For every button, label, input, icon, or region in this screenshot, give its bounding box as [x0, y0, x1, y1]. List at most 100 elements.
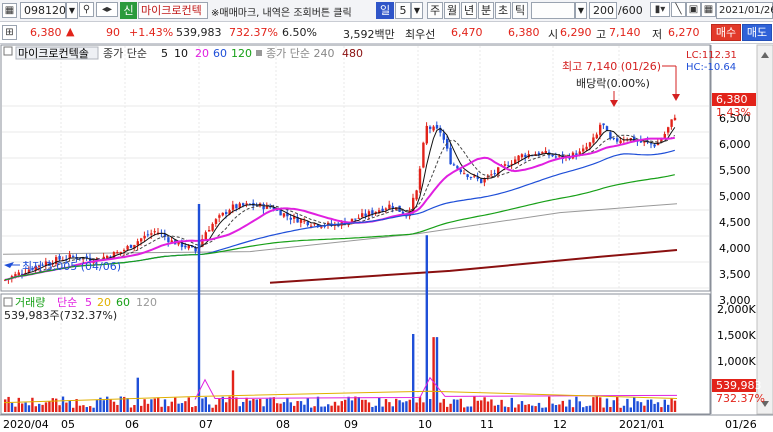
volume-y-tick: 2,000K: [717, 303, 756, 316]
volume-bar: [660, 407, 663, 412]
volume-bar: [136, 377, 139, 412]
volume-bar: [493, 405, 496, 412]
volume-bar: [391, 406, 394, 412]
candle-body: [442, 133, 445, 140]
volume-bar: [61, 396, 65, 412]
volume-bar: [265, 398, 269, 412]
period-n-button[interactable]: 5: [395, 2, 411, 19]
candle-body: [592, 137, 595, 143]
stock-code-input[interactable]: 098120: [20, 2, 66, 19]
candle-body: [279, 210, 282, 216]
period-minute-button[interactable]: 분: [478, 2, 494, 19]
price-volume-chart[interactable]: 마이크로컨텍솔 종가 단순 5 10 20 60 120 종가 단순 240 4…: [0, 44, 773, 432]
x-tick: 10: [418, 418, 432, 431]
candle-body: [221, 212, 224, 216]
period-year-button[interactable]: 년: [461, 2, 477, 19]
x-axis: 2020/04 05 06 07 08 09 10 11 12 2021/01 …: [3, 418, 757, 431]
volume-bar: [412, 334, 415, 412]
stock-name-field[interactable]: 마이크로컨텍: [138, 2, 208, 19]
line-tool-icon[interactable]: ╲: [671, 2, 686, 17]
buy-button[interactable]: 매수: [711, 24, 741, 41]
volume-bar: [129, 407, 133, 412]
volume-bar: [242, 401, 245, 412]
date-input[interactable]: 2021/01/26: [716, 2, 773, 19]
candle-body: [650, 143, 653, 145]
volume-current-tag-text: 539,983: [716, 379, 762, 392]
period-day-button[interactable]: 일: [376, 2, 394, 19]
volume-bar: [248, 400, 252, 412]
volume-bar: [82, 405, 85, 412]
volume-legend-box-icon[interactable]: [3, 297, 13, 307]
y-tick: 4,500: [719, 216, 751, 229]
candle-body: [381, 208, 384, 212]
volume-bar: [432, 337, 435, 412]
expand-icon[interactable]: ⊞: [2, 25, 17, 40]
indicator-icon[interactable]: ▮▾: [650, 2, 670, 17]
volume-bar: [197, 204, 201, 412]
legend-ma-20: 20: [195, 47, 209, 60]
volume-bar: [629, 407, 632, 412]
period-month-button[interactable]: 월: [444, 2, 460, 19]
candle-body: [116, 252, 119, 254]
volume-bar: [520, 401, 524, 412]
legend-box-icon[interactable]: [3, 46, 13, 56]
candle-body: [146, 234, 150, 236]
volume-bar: [75, 399, 78, 412]
volume-bar: [316, 396, 320, 412]
count-input[interactable]: 200: [589, 2, 617, 19]
period-extra-dropdown[interactable]: ▼: [575, 2, 587, 19]
candle-body: [466, 174, 469, 178]
x-tick: 05: [61, 418, 75, 431]
volume-bar: [605, 398, 609, 412]
up-arrow-icon: ▲: [66, 25, 75, 38]
price-change-pct: +1.43%: [129, 26, 174, 39]
candle-body: [242, 203, 245, 206]
x-tick: 06: [125, 418, 139, 431]
volume-bar: [381, 406, 384, 412]
volume-bar: [609, 406, 612, 412]
stock-code-dropdown[interactable]: ▼: [66, 2, 78, 19]
volume-bar: [347, 396, 350, 412]
period-week-button[interactable]: 주: [427, 2, 443, 19]
chart-toolbar: ▦ 098120 ▼ ⚲ ◂▸ 신 마이크로컨텍 ※매매마크, 내역은 조회버튼…: [0, 0, 773, 22]
volume-bar: [452, 399, 456, 412]
candle-body: [310, 225, 313, 227]
sell-button[interactable]: 매도: [742, 24, 772, 41]
volume-bar: [354, 396, 357, 412]
volume-bar: [670, 398, 673, 412]
current-price-tag-text: 6,380: [716, 93, 748, 106]
volume-bar: [24, 402, 27, 412]
vertical-scrollbar[interactable]: [756, 44, 773, 415]
save-icon[interactable]: ▣: [686, 2, 701, 17]
period-second-button[interactable]: 초: [495, 2, 511, 19]
volume-bar: [4, 399, 7, 412]
volume-bar: [58, 405, 61, 412]
volume-bar: [170, 401, 173, 412]
volume-bar: [554, 405, 558, 412]
candle-body: [214, 219, 218, 224]
period-tick-button[interactable]: 틱: [512, 2, 528, 19]
candle-body: [673, 117, 677, 121]
period-extra-select[interactable]: [531, 2, 575, 19]
volume-bar: [116, 404, 119, 412]
volume-bar: [463, 407, 466, 412]
candle-body: [208, 230, 211, 232]
volume-bar: [473, 396, 476, 412]
legend-ma-480: 480: [342, 47, 363, 60]
volume-bar: [514, 407, 517, 412]
period-n-dropdown[interactable]: ▼: [411, 2, 423, 19]
volume-bar: [524, 404, 527, 412]
prev-next-icon[interactable]: ◂▸: [96, 2, 118, 17]
volume-bar: [361, 399, 364, 412]
volume-bar: [126, 398, 129, 412]
candle-body: [184, 245, 187, 248]
candle-body: [520, 154, 524, 158]
volume-bar: [174, 397, 177, 412]
chart-settings-icon[interactable]: ▦: [2, 3, 17, 18]
volume-bar: [112, 401, 116, 412]
grid-icon[interactable]: ▦: [701, 2, 716, 17]
candle-body: [123, 249, 126, 252]
volume-bar: [571, 407, 575, 412]
search-icon[interactable]: ⚲: [79, 2, 94, 17]
volume-bar: [561, 400, 564, 412]
